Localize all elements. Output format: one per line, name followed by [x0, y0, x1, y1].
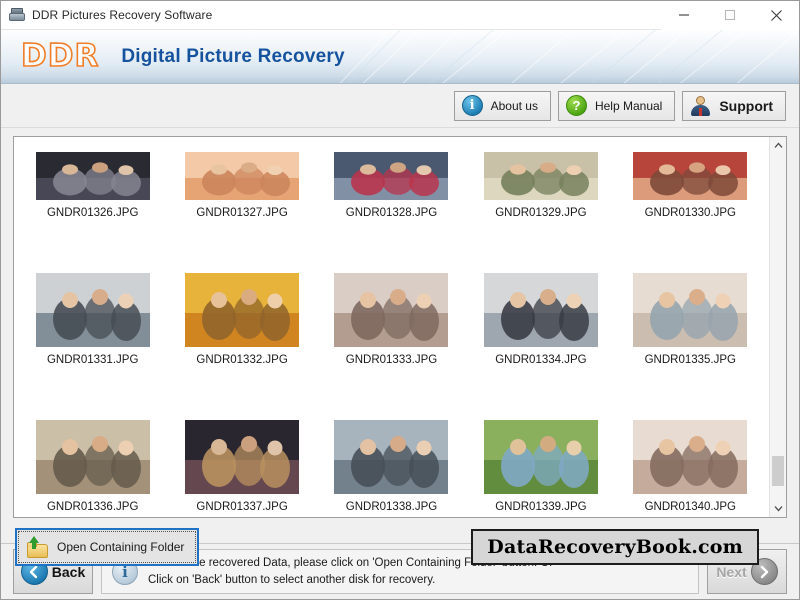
gallery-scrollbar[interactable]	[769, 137, 786, 517]
thumbnail-item[interactable]: GNDR01328.JPG	[317, 137, 466, 223]
thumbnail-item[interactable]: GNDR01339.JPG	[466, 370, 615, 517]
thumbnail-item[interactable]: GNDR01330.JPG	[616, 137, 765, 223]
thumbnail-filename: GNDR01335.JPG	[645, 354, 736, 366]
thumbnail-item[interactable]: GNDR01338.JPG	[317, 370, 466, 517]
minimize-button[interactable]	[661, 1, 707, 30]
thumbnail-image[interactable]	[633, 420, 747, 494]
application-window: DDR Pictures Recovery Software	[0, 0, 800, 600]
chevron-up-icon	[774, 142, 783, 149]
top-toolbar: i About us ? Help Manual Support	[1, 84, 799, 128]
thumbnail-item[interactable]: GNDR01340.JPG	[616, 370, 765, 517]
thumbnail-image[interactable]	[36, 420, 150, 494]
ddr-logo: DDR	[21, 41, 99, 72]
thumbnail-filename: GNDR01337.JPG	[196, 501, 287, 513]
gallery-panel: GNDR01326.JPG GNDR01327.JPG GNDR01328.JPG G…	[13, 136, 787, 518]
support-button[interactable]: Support	[682, 91, 786, 121]
window-controls	[661, 1, 799, 30]
support-person-icon	[690, 95, 711, 116]
watermark-brand: DataRecoveryBook.com	[471, 529, 759, 565]
thumbnail-image[interactable]	[633, 152, 747, 200]
thumbnail-image[interactable]	[185, 152, 299, 200]
thumbnail-filename: GNDR01338.JPG	[346, 501, 437, 513]
thumbnail-image[interactable]	[36, 152, 150, 200]
maximize-icon	[724, 9, 736, 21]
thumbnail-filename: GNDR01339.JPG	[495, 501, 586, 513]
thumbnail-item[interactable]: GNDR01331.JPG	[18, 223, 167, 370]
info-icon: i	[462, 95, 483, 116]
thumbnail-image[interactable]	[36, 273, 150, 347]
open-containing-folder-button[interactable]: Open Containing Folder	[15, 528, 199, 566]
minimize-icon	[678, 9, 690, 21]
thumbnail-image[interactable]	[484, 273, 598, 347]
thumbnail-grid: GNDR01326.JPG GNDR01327.JPG GNDR01328.JPG G…	[14, 137, 769, 517]
thumbnail-filename: GNDR01331.JPG	[47, 354, 138, 366]
scroll-down-button[interactable]	[770, 500, 786, 517]
scroll-up-button[interactable]	[770, 137, 786, 154]
thumbnail-item[interactable]: GNDR01333.JPG	[317, 223, 466, 370]
thumbnail-item[interactable]: GNDR01336.JPG	[18, 370, 167, 517]
close-icon	[770, 9, 783, 22]
thumbnail-image[interactable]	[185, 273, 299, 347]
thumbnail-item[interactable]: GNDR01335.JPG	[616, 223, 765, 370]
content-area: GNDR01326.JPG GNDR01327.JPG GNDR01328.JPG G…	[1, 128, 799, 543]
thumbnail-item[interactable]: GNDR01327.JPG	[167, 137, 316, 223]
thumbnail-filename: GNDR01326.JPG	[47, 207, 138, 219]
gallery-scroll-region: GNDR01326.JPG GNDR01327.JPG GNDR01328.JPG G…	[14, 137, 786, 517]
thumbnail-filename: GNDR01336.JPG	[47, 501, 138, 513]
thumbnail-image[interactable]	[334, 420, 448, 494]
thumbnail-filename: GNDR01330.JPG	[645, 207, 736, 219]
thumbnail-image[interactable]	[185, 420, 299, 494]
support-label: Support	[719, 98, 773, 114]
open-containing-folder-label: Open Containing Folder	[57, 540, 184, 554]
window-title: DDR Pictures Recovery Software	[32, 8, 212, 22]
banner-title: Digital Picture Recovery	[121, 46, 344, 68]
title-bar: DDR Pictures Recovery Software	[1, 1, 799, 30]
question-icon: ?	[566, 95, 587, 116]
thumbnail-image[interactable]	[633, 273, 747, 347]
thumbnail-item[interactable]: GNDR01332.JPG	[167, 223, 316, 370]
maximize-button[interactable]	[707, 1, 753, 30]
thumbnail-item[interactable]: GNDR01337.JPG	[167, 370, 316, 517]
thumbnail-image[interactable]	[484, 152, 598, 200]
help-manual-label: Help Manual	[595, 99, 662, 113]
app-banner: DDR Digital Picture Recovery	[1, 30, 799, 84]
scrollbar-track[interactable]	[770, 154, 786, 500]
thumbnail-image[interactable]	[334, 152, 448, 200]
scrollbar-thumb[interactable]	[772, 456, 784, 486]
thumbnail-item[interactable]: GNDR01329.JPG	[466, 137, 615, 223]
close-button[interactable]	[753, 1, 799, 30]
folder-upload-icon	[25, 536, 49, 558]
thumbnail-image[interactable]	[484, 420, 598, 494]
thumbnail-filename: GNDR01340.JPG	[645, 501, 736, 513]
thumbnail-image[interactable]	[334, 273, 448, 347]
thumbnail-filename: GNDR01327.JPG	[196, 207, 287, 219]
chevron-down-icon	[774, 505, 783, 512]
scanner-icon	[9, 7, 25, 23]
action-bar: Open Containing Folder DataRecoveryBook.…	[13, 518, 787, 576]
thumbnail-filename: GNDR01328.JPG	[346, 207, 437, 219]
about-us-label: About us	[491, 99, 538, 113]
about-us-button[interactable]: i About us	[454, 91, 551, 121]
thumbnail-filename: GNDR01329.JPG	[495, 207, 586, 219]
thumbnail-filename: GNDR01332.JPG	[196, 354, 287, 366]
thumbnail-item[interactable]: GNDR01326.JPG	[18, 137, 167, 223]
help-manual-button[interactable]: ? Help Manual	[558, 91, 675, 121]
thumbnail-filename: GNDR01334.JPG	[495, 354, 586, 366]
thumbnail-filename: GNDR01333.JPG	[346, 354, 437, 366]
thumbnail-item[interactable]: GNDR01334.JPG	[466, 223, 615, 370]
